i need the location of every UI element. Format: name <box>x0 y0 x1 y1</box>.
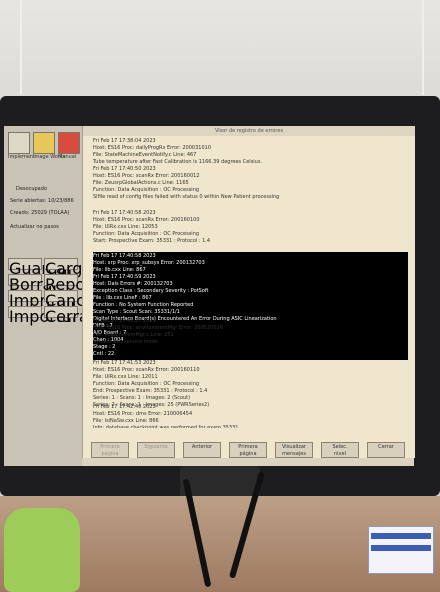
log-line: Series: 1 : Scans: 1 : Images: 2 (Scout) <box>93 395 191 401</box>
footer-button[interactable]: Primera página <box>229 442 267 458</box>
log-entry[interactable]: Fri Feb 17 17:40:58 2023 Host: ES16 Proc:… <box>93 210 408 245</box>
manual-icon[interactable] <box>58 132 80 154</box>
footer-button[interactable]: Primera página <box>91 442 129 458</box>
log-line: Host: ES16 Proc: dms Error: 210006454 <box>93 411 193 417</box>
left-button-7[interactable]: Importar <box>8 306 78 326</box>
footer-button[interactable]: Siguiente <box>137 442 175 458</box>
error-log-dialog: Visor de registro de errores Fri Feb 17 … <box>82 126 415 464</box>
log-line: End: Prospective Exam: 35331 : Protocol … <box>93 388 208 394</box>
log-entry[interactable]: Fri Feb 17 17:40:50 2023 Host: ES16 Proc:… <box>93 166 408 201</box>
log-line: File : lib.cxx LineF : 867 <box>93 295 152 301</box>
left-button-1[interactable]: Guardar <box>8 258 74 278</box>
dialog-bottom-bar <box>82 458 414 466</box>
log-line: Fri Feb 17 17:41:53 2023 <box>93 360 156 366</box>
created-text: Creado: 25029 (TOLAA) <box>10 210 70 216</box>
dialog-title: Visor de registro de errores <box>83 126 415 136</box>
log-line: Cntl : 22 <box>93 351 115 357</box>
log-line: File: ZeusrpGlobalActions.c Line: 1165 <box>93 180 189 186</box>
left-button-5[interactable]: Imprimir <box>8 290 77 310</box>
left-button-2[interactable]: Cargar <box>44 258 99 278</box>
log-line: File: UIRx.cxx Line: 12053 <box>93 224 158 230</box>
log-line: Host: ES16 Proc: scanRx Error: 200160110 <box>93 367 200 373</box>
log-line: Function : No System Function Reported <box>93 302 194 308</box>
log-line: Slfile read of config files failed with … <box>93 194 280 200</box>
left-button-4[interactable]: Reportes <box>44 274 116 294</box>
log-line: Host: ES16 Proc: environmentMgr Error: 2… <box>93 325 223 331</box>
log-line: Exception Class : Secondary Severity : P… <box>93 288 209 294</box>
desk-device <box>368 526 434 574</box>
left-label-1: Implement <box>8 154 36 160</box>
log-line: Fri Feb 17 17:41:27 2023 <box>93 318 156 324</box>
log-line: Fri Feb 17 17:40:50 2023 <box>93 166 156 172</box>
log-line: File: lib.cxx Line: 867 <box>93 267 146 273</box>
log-line: Fri Feb 17 17:40:58 2023 <box>93 253 156 259</box>
log-line: File: lsiNaSw.cxx Line: 866 <box>93 418 159 424</box>
log-entry[interactable]: Fri Feb 17 17:38:04 2023 Host: ES16 Proc:… <box>93 138 408 166</box>
left-button-6[interactable]: Cancelar <box>44 290 116 310</box>
log-line: Start: Prospective Exam: 35331 : Protoco… <box>93 238 211 244</box>
log-line: Scan Type : Scout Scan: 35331/1/1 <box>93 309 180 315</box>
log-line: Host: Dais Errors #: 200132703 <box>93 281 173 287</box>
log-line: Tube temperature after Fast Calibration … <box>93 159 263 165</box>
status-text: Desocupado <box>16 186 47 192</box>
log-entry[interactable]: Fri Feb 17 17:42:40 2023 Host: ES16 Proc:… <box>93 404 408 428</box>
tool-icon-1[interactable] <box>8 132 30 154</box>
image-works-icon[interactable] <box>33 132 55 154</box>
log-line: Host: xrp Proc: xrp_subsys Error: 200132… <box>93 260 205 266</box>
log-line: Function: Data Acquisition : OC Processi… <box>93 231 200 237</box>
log-line: File: StateMachineEventNotify.c Line: 46… <box>93 152 197 158</box>
log-line: Host: ES16 Proc: scanRx Error: 200160100 <box>93 217 200 223</box>
log-entry[interactable]: Fri Feb 17 17:41:53 2023 Host: ES16 Proc:… <box>93 360 408 409</box>
log-line: Info: database checkpoint was performed … <box>93 425 239 428</box>
log-line: File: MaBEnvFxmMgr.c Line: 251 <box>93 332 174 338</box>
log-line: Fri Feb 17 17:40:58 2023 <box>93 210 156 216</box>
left-button-8[interactable]: Cerrar <box>44 306 95 326</box>
log-line: File: UIRx.cxx Line: 12011 <box>93 374 158 380</box>
footer-button[interactable]: Selec. nivel detalle <box>321 442 359 464</box>
footer-button[interactable]: Visualizar mensajes no vistos <box>275 442 313 464</box>
device-stripe-2 <box>371 545 431 551</box>
log-line: System exit service mode <box>93 339 158 345</box>
cactus-decoration <box>4 508 80 592</box>
update-steps: Actualizar no pasos <box>10 224 59 230</box>
log-list[interactable]: Fri Feb 17 17:38:04 2023 Host: ES16 Proc:… <box>93 138 408 428</box>
log-line: Fri Feb 17 17:42:40 2023 <box>93 404 156 410</box>
series-opened: Serie abiertas: 10/23/886 <box>10 198 74 204</box>
log-line: Host: ES16 Proc: scanRx Error: 200160012 <box>93 173 200 179</box>
log-line: Host: ES16 Proc: dailyProgRx Error: 2000… <box>93 145 212 151</box>
left-control-panel: Implement Image Works Manual Desocupado … <box>4 126 116 466</box>
log-line: Fri Feb 17 17:40:59 2023 <box>93 274 156 280</box>
log-line: Function: Data Acquisition : OC Processi… <box>93 187 200 193</box>
footer-button[interactable]: Anterior <box>183 442 221 458</box>
left-button-3[interactable]: Borrar <box>8 274 59 294</box>
window-frame <box>20 0 424 95</box>
log-line: Function: Data Acquisition : OC Processi… <box>93 381 200 387</box>
log-entry[interactable]: Fri Feb 17 17:41:27 2023 Host: ES16 Proc:… <box>93 318 408 346</box>
footer-button[interactable]: Cerrar <box>367 442 405 458</box>
log-line: Fri Feb 17 17:38:04 2023 <box>93 138 156 144</box>
left-label-3: Manual <box>58 154 77 160</box>
device-stripe-1 <box>371 533 431 539</box>
